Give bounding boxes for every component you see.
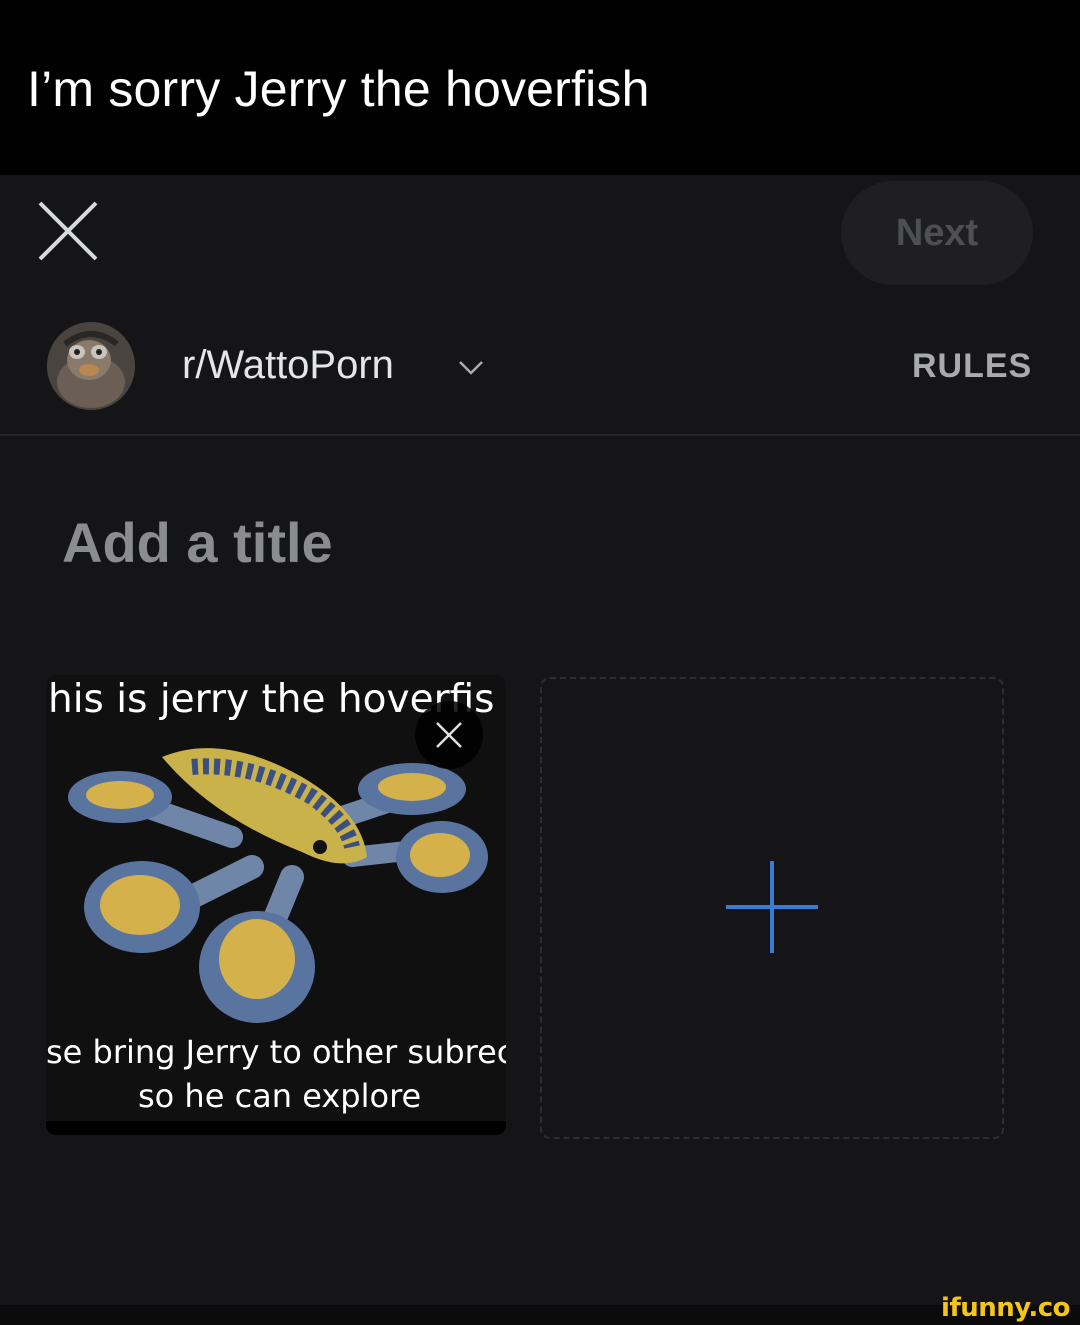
footer-bar — [0, 1305, 1080, 1325]
community-name[interactable]: r/WattoPorn — [182, 343, 394, 388]
rules-button[interactable]: RULES — [912, 347, 1032, 386]
ifunny-watermark: ifunny.co — [941, 1293, 1070, 1323]
community-avatar — [47, 322, 135, 410]
close-icon — [436, 722, 462, 748]
chevron-down-icon[interactable] — [456, 357, 486, 377]
meme-bottom-text-2: so he can explore — [138, 1077, 422, 1115]
plus-icon — [726, 861, 818, 953]
close-icon — [38, 201, 98, 261]
remove-media-button[interactable] — [415, 701, 483, 769]
divider — [0, 434, 1080, 436]
next-button[interactable]: Next — [841, 181, 1033, 285]
community-selector[interactable]: r/WattoPorn RULES — [0, 305, 1080, 433]
meme-bottom-text-1: se bring Jerry to other subrec — [46, 1033, 506, 1071]
media-thumbnail[interactable]: his is jerry the hoverfis se bring Jerry… — [46, 675, 506, 1135]
add-media-button[interactable] — [540, 677, 1004, 1139]
card-shadow — [46, 1121, 506, 1135]
meme-caption: I’m sorry Jerry the hoverfish — [27, 61, 650, 117]
hoverfish-image — [68, 748, 488, 1023]
create-post-screen: Next r/WattoPorn RULES Add a title his i… — [0, 175, 1080, 1305]
caption-bar: I’m sorry Jerry the hoverfish — [0, 0, 1080, 175]
close-button[interactable] — [36, 199, 100, 263]
title-input[interactable]: Add a title — [62, 510, 333, 575]
